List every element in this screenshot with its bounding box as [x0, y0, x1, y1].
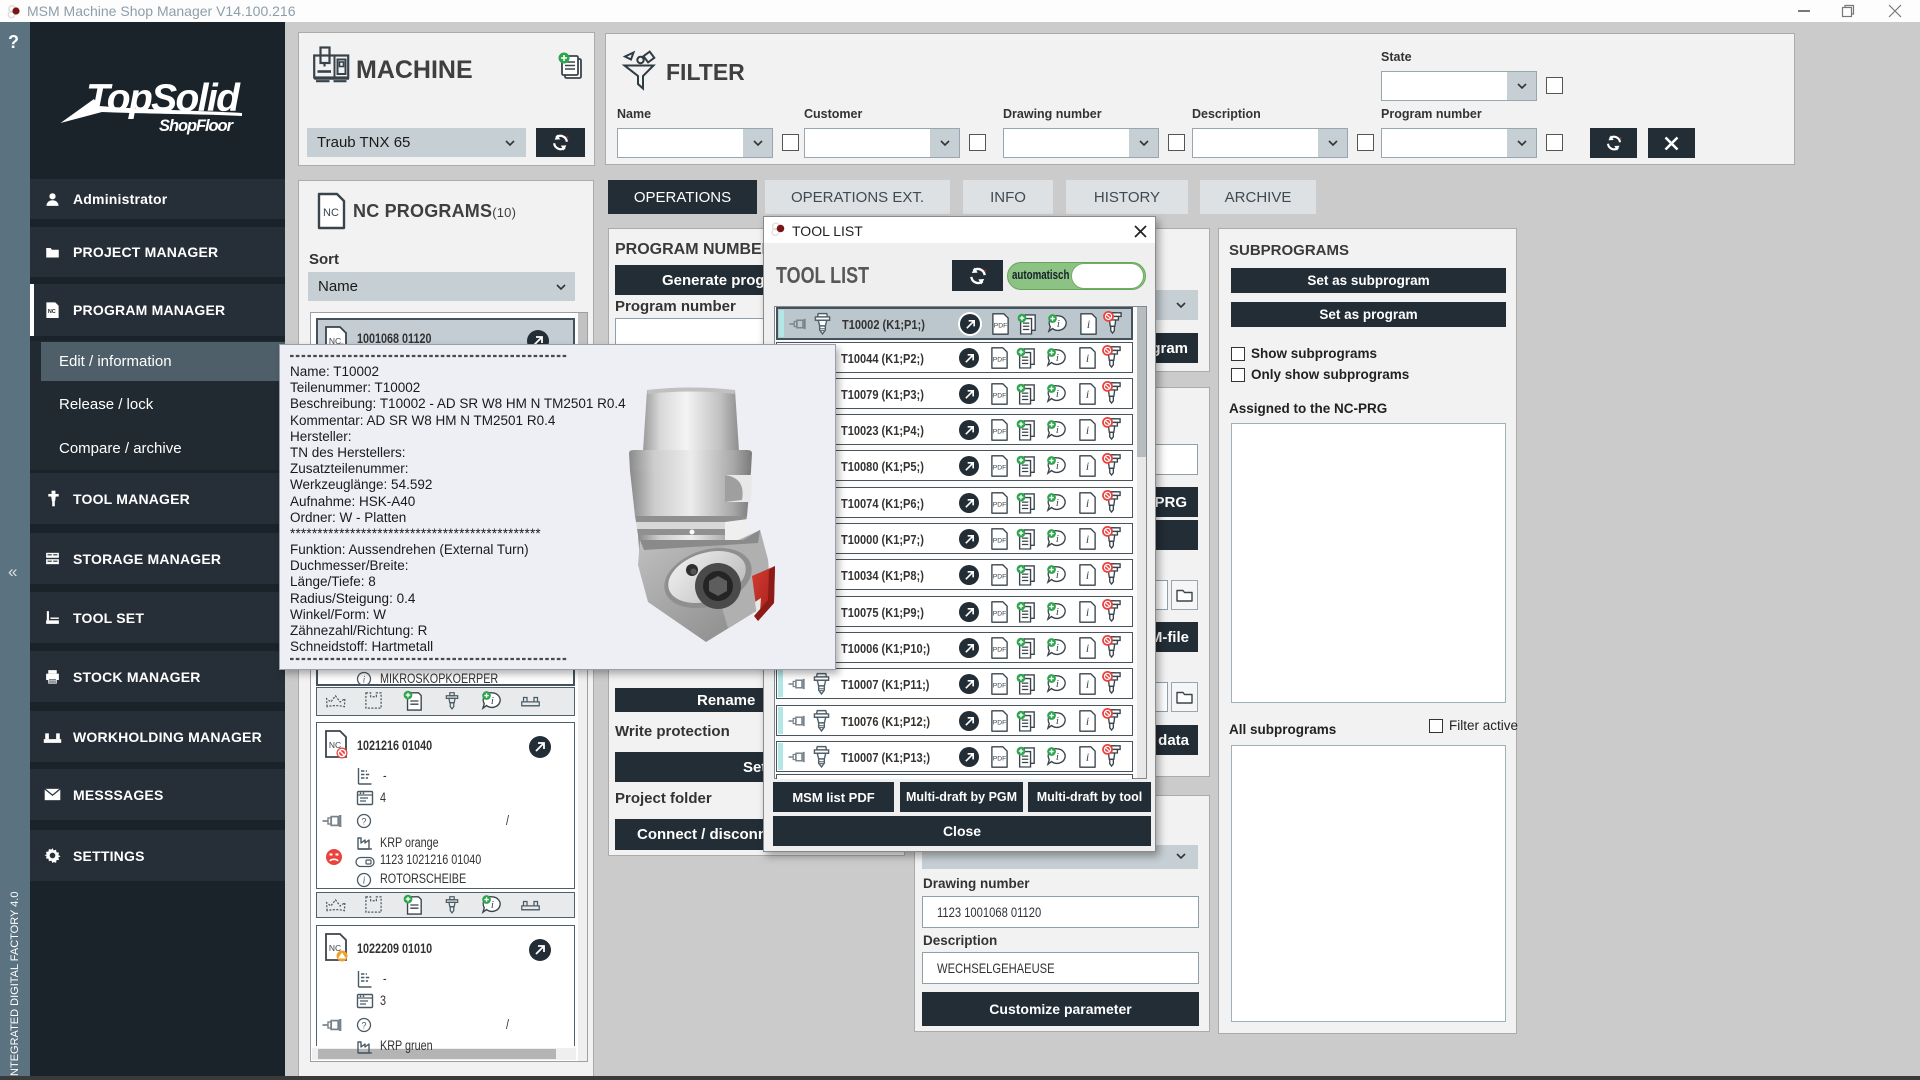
svg-text:TopSolid: TopSolid — [86, 77, 241, 120]
svg-text:i: i — [363, 675, 366, 685]
svg-text:ShopFloor: ShopFloor — [159, 117, 235, 135]
svg-text:NC: NC — [323, 207, 339, 219]
